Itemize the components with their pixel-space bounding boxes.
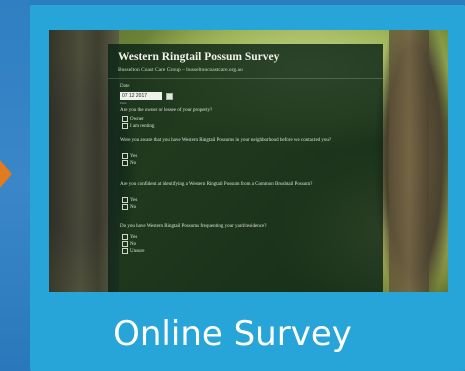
option-label: Yes bbox=[130, 154, 138, 160]
option-label: Yes bbox=[130, 198, 138, 204]
question-4: Do you have Western Ringtail Possums fre… bbox=[120, 224, 267, 229]
survey-form: Western Ringtail Possum Survey Busselton… bbox=[108, 44, 383, 292]
checkbox[interactable] bbox=[122, 241, 128, 247]
forest-photo: Western Ringtail Possum Survey Busselton… bbox=[49, 30, 448, 292]
option-owner[interactable]: Owner bbox=[122, 116, 144, 122]
option-label: No bbox=[130, 242, 137, 248]
date-hint: Date bbox=[120, 101, 127, 105]
option-label: I am renting bbox=[130, 124, 155, 130]
option-no[interactable]: No bbox=[122, 204, 136, 210]
checkbox[interactable] bbox=[122, 160, 128, 166]
option-label: Owner bbox=[130, 117, 144, 123]
checkbox[interactable] bbox=[122, 197, 128, 203]
question-2: Were you aware that you have Western Rin… bbox=[120, 138, 332, 143]
option-unsure[interactable]: Unsure bbox=[122, 248, 144, 254]
caption-title: Online Survey bbox=[113, 314, 352, 354]
option-no[interactable]: No bbox=[122, 241, 136, 247]
option-label: No bbox=[130, 161, 137, 167]
form-title: Western Ringtail Possum Survey bbox=[118, 51, 280, 63]
option-renting[interactable]: I am renting bbox=[122, 123, 154, 129]
divider bbox=[108, 78, 383, 79]
checkbox[interactable] bbox=[122, 116, 128, 122]
date-field[interactable]: 07 12 2017 bbox=[120, 92, 162, 100]
question-1: Are you the owner or lessee of your prop… bbox=[120, 108, 213, 113]
option-yes[interactable]: Yes bbox=[122, 197, 137, 203]
checkbox[interactable] bbox=[122, 248, 128, 254]
option-yes[interactable]: Yes bbox=[122, 153, 137, 159]
option-label: Unsure bbox=[130, 249, 145, 255]
checkbox[interactable] bbox=[122, 204, 128, 210]
option-label: Yes bbox=[130, 235, 138, 241]
question-3: Are you confident at identifying a Weste… bbox=[120, 182, 313, 187]
arrow-icon bbox=[0, 160, 12, 188]
checkbox[interactable] bbox=[122, 153, 128, 159]
option-label: No bbox=[130, 205, 137, 211]
checkbox[interactable] bbox=[122, 123, 128, 129]
option-yes[interactable]: Yes bbox=[122, 234, 137, 240]
option-no[interactable]: No bbox=[122, 160, 136, 166]
date-label: Date bbox=[120, 84, 130, 89]
tree-trunk-image bbox=[389, 30, 429, 292]
form-subtitle: Busselton Coast Care Group – busseltonco… bbox=[118, 67, 243, 73]
calendar-icon[interactable] bbox=[166, 93, 173, 100]
checkbox[interactable] bbox=[122, 234, 128, 240]
